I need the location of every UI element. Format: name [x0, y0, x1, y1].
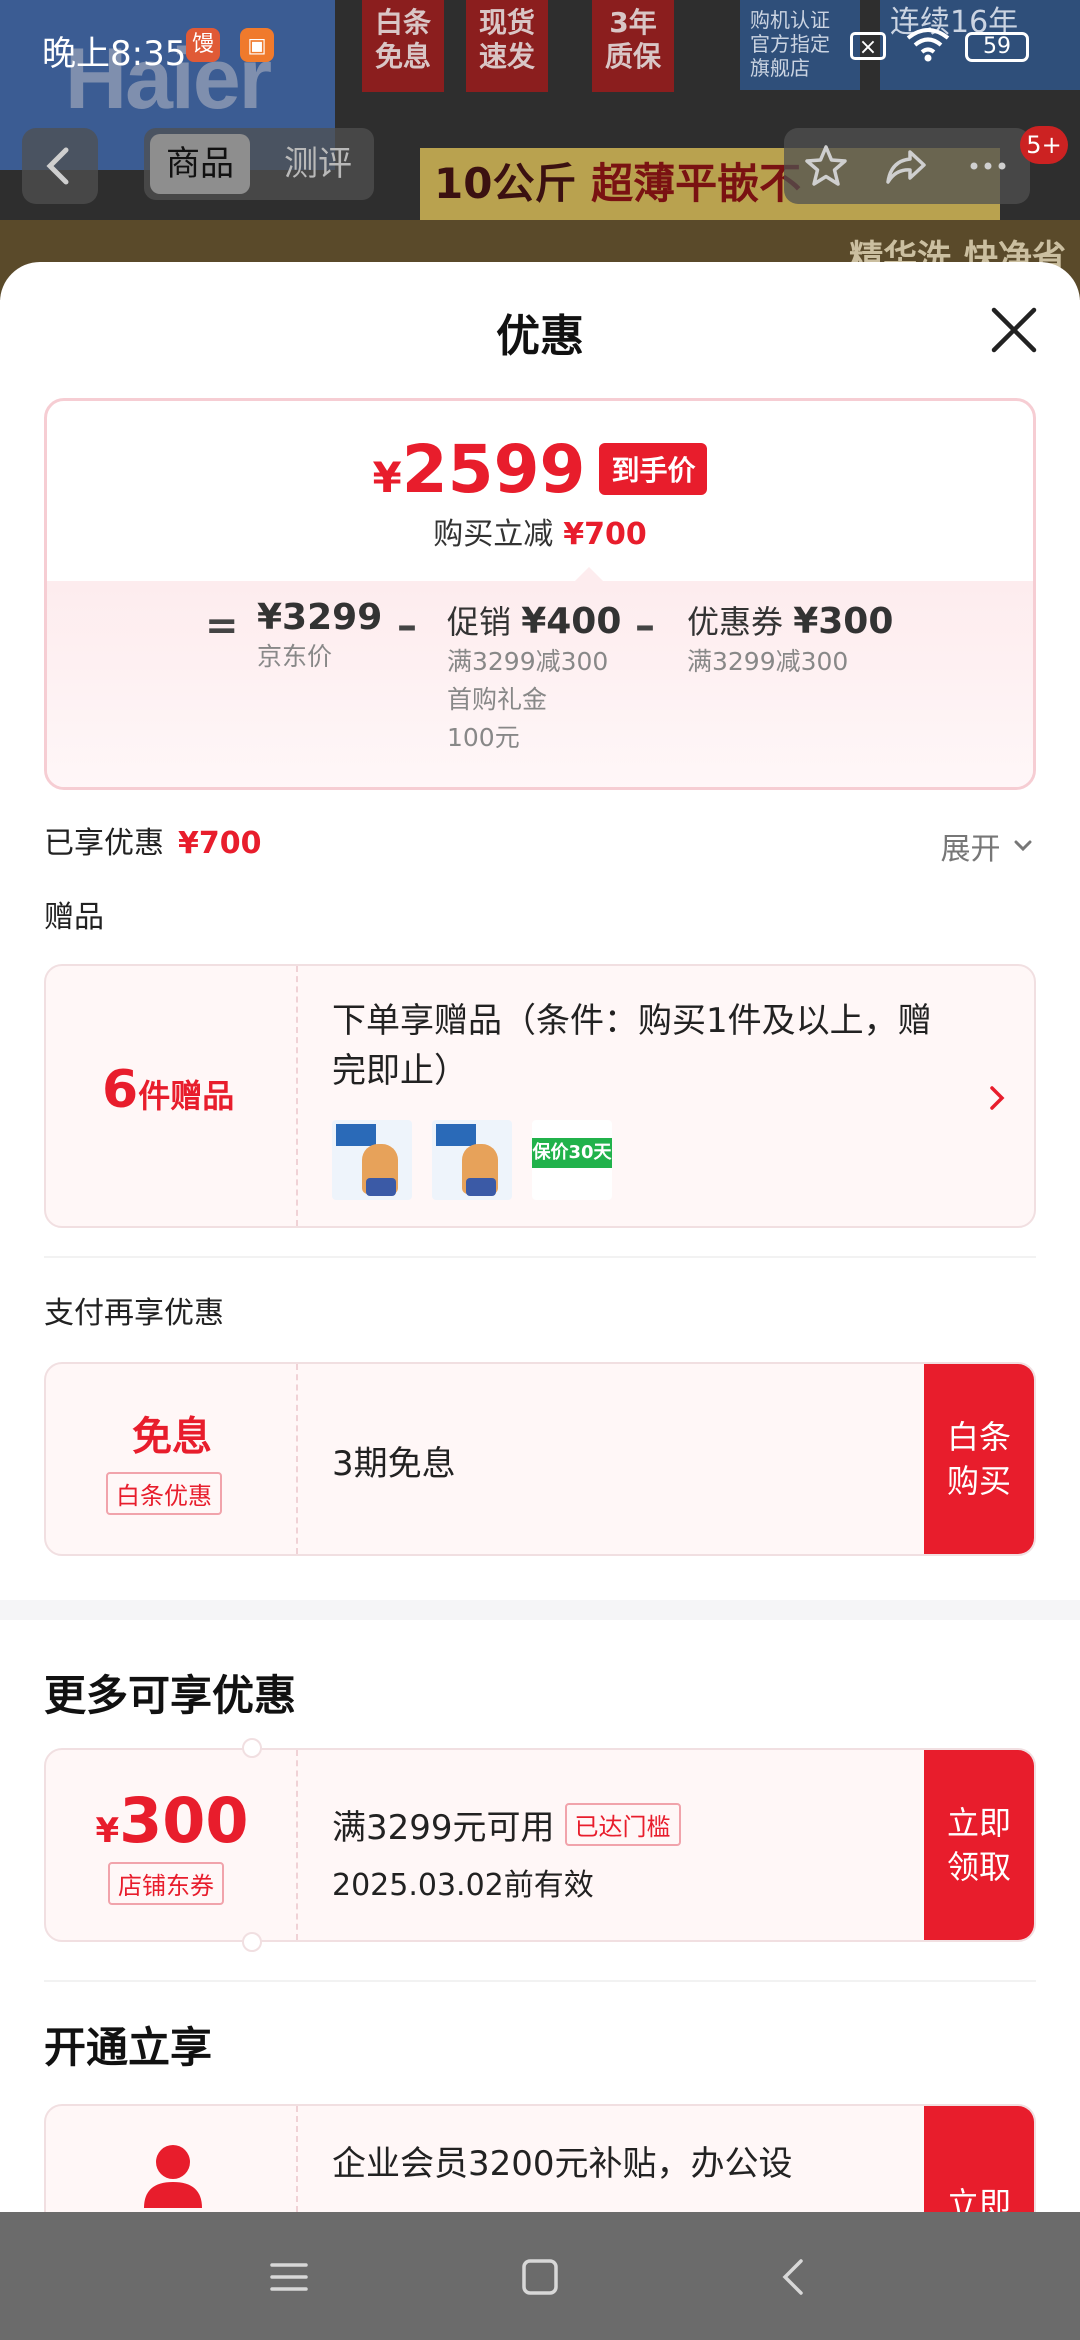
- saved-label: 已享优惠: [44, 826, 164, 861]
- gift-section-label: 赠品: [44, 900, 104, 935]
- interest-free-title: 免息: [132, 1414, 212, 1460]
- product-actions: [784, 128, 1030, 204]
- gift-count: 6件赠品: [102, 1060, 234, 1120]
- more-icon[interactable]: [964, 142, 1012, 190]
- gift-count-number: 6: [102, 1060, 139, 1120]
- gift-count-unit: 件赠品: [138, 1077, 235, 1115]
- promo-sub3: 100元: [447, 723, 520, 752]
- coupon-notch-top: [242, 1738, 262, 1758]
- jd-price-item: ¥3299 京东价: [257, 597, 382, 676]
- final-price-badge: 到手价: [599, 443, 708, 495]
- wifi-icon: [905, 26, 951, 66]
- coupon-label: 优惠券: [687, 603, 784, 641]
- saved-row: 已享优惠 ¥700: [44, 818, 262, 862]
- price-breakdown-card: ¥2599 到手价 购买立减 ¥700 = ¥3299 京东价 – 促销 ¥400 …: [44, 398, 1036, 790]
- more-offers-title: 更多可享优惠: [44, 1671, 297, 1720]
- system-nav-bar: [0, 2212, 1080, 2340]
- coupon-condition-row: 满3299元可用 已达门槛: [332, 1800, 681, 1849]
- baitiao-buy-button[interactable]: 白条购买: [924, 1364, 1034, 1554]
- promo-item: 促销 ¥400 满3299减300 首购礼金 100元: [447, 597, 621, 757]
- product-tabs: 商品 测评: [144, 128, 374, 200]
- membership-desc: 企业会员3200元补贴，办公设: [332, 2144, 793, 2184]
- sim-off-icon: ×: [850, 32, 886, 60]
- gift-description: 下单享赠品（条件：购买1件及以上，赠完即止）: [332, 1001, 932, 1091]
- tab-review[interactable]: 测评: [268, 134, 368, 194]
- coupon-card: ¥300 店铺东券 满3299元可用 已达门槛 2025.03.02前有效 立即领…: [44, 1748, 1036, 1942]
- battery-indicator: 59: [965, 32, 1029, 62]
- pay-section-label: 支付再享优惠: [44, 1296, 224, 1331]
- jd-price-label: 京东价: [257, 642, 333, 671]
- pay-offer-card: 免息 白条优惠 3期免息 白条购买: [44, 1362, 1036, 1556]
- coupon-notch-bottom: [242, 1932, 262, 1952]
- jd-price: ¥3299: [257, 597, 383, 638]
- message-badge: 5+: [1020, 126, 1068, 164]
- notification-app-icon: 馒: [186, 28, 220, 62]
- coupon-amount: ¥300: [793, 601, 894, 642]
- tab-goods[interactable]: 商品: [150, 134, 250, 194]
- user-icon: [144, 2145, 202, 2208]
- pointer-triangle: [575, 567, 603, 581]
- installment-desc: 3期免息: [332, 1444, 456, 1484]
- threshold-met-badge: 已达门槛: [564, 1803, 681, 1846]
- home-icon[interactable]: [515, 2252, 565, 2302]
- reduce-label: 购买立减: [433, 517, 554, 552]
- reduce-amount: ¥700: [563, 517, 647, 552]
- share-icon[interactable]: [882, 142, 930, 190]
- final-price-row: ¥2599 到手价: [47, 431, 1033, 508]
- coupon-value-number: 300: [119, 1784, 249, 1857]
- reduce-row: 购买立减 ¥700: [47, 509, 1033, 553]
- price-protect-label: 保价30天: [532, 1138, 612, 1168]
- coupon-currency: ¥: [95, 1811, 120, 1851]
- expand-button[interactable]: 展开: [940, 824, 1036, 868]
- saved-amount: ¥700: [178, 826, 262, 861]
- back-button[interactable]: [22, 128, 98, 204]
- chevron-left-icon: [46, 147, 69, 185]
- coupon-expiry: 2025.03.02前有效: [332, 1868, 594, 1903]
- gift-thumbnail: [432, 1120, 512, 1200]
- equals-sign: =: [205, 603, 239, 649]
- final-price-section: ¥2599 到手价 购买立减 ¥700: [47, 401, 1033, 581]
- gift-thumbnail-price-protect: 保价30天: [532, 1120, 612, 1200]
- promo-sub1: 满3299减300: [447, 647, 609, 676]
- coupon-item: 优惠券 ¥300 满3299减300: [687, 597, 893, 681]
- status-time: 晚上8:35: [42, 34, 187, 74]
- star-icon[interactable]: [802, 142, 850, 190]
- shopping-bag-icon: ▣: [240, 28, 274, 62]
- promo-sub2: 首购礼金: [447, 685, 548, 714]
- store-coupon-chip: 店铺东券: [108, 1862, 224, 1905]
- menu-icon[interactable]: [264, 2252, 314, 2302]
- coupon-sub: 满3299减300: [687, 647, 849, 676]
- baitiao-chip: 白条优惠: [106, 1472, 222, 1515]
- activate-membership-button[interactable]: 立即: [924, 2106, 1034, 2212]
- status-bar: 晚上8:35 馒 ▣ × 59: [0, 0, 1080, 90]
- offers-sheet: 优惠 ¥2599 到手价 购买立减 ¥700 = ¥3299 京东价 – 促销 ¥4…: [0, 262, 1080, 2212]
- final-price: 2599: [401, 431, 586, 508]
- minus-sign: –: [397, 603, 417, 649]
- section-separator: [0, 1600, 1080, 1620]
- promo-label: 促销: [447, 603, 512, 641]
- sheet-title: 优惠: [496, 311, 584, 362]
- close-icon[interactable]: [984, 300, 1044, 360]
- minus-sign-2: –: [635, 603, 655, 649]
- chevron-down-icon: [1014, 840, 1032, 852]
- promo-amount: ¥400: [521, 601, 622, 642]
- divider: [44, 1980, 1036, 1982]
- gift-thumbnail: [332, 1120, 412, 1200]
- expand-label: 展开: [940, 832, 1001, 867]
- gift-card[interactable]: 6件赠品 下单享赠品（条件：购买1件及以上，赠完即止） 保价30天: [44, 964, 1036, 1228]
- open-membership-title: 开通立享: [44, 2023, 213, 2072]
- price-formula: = ¥3299 京东价 – 促销 ¥400 满3299减300 首购礼金 100…: [47, 567, 1033, 787]
- back-icon[interactable]: [770, 2252, 820, 2302]
- currency-symbol: ¥: [372, 453, 402, 502]
- divider: [44, 1256, 1036, 1258]
- membership-card: 企业会员3200元补贴，办公设 立即: [44, 2104, 1036, 2212]
- claim-coupon-button[interactable]: 立即领取: [924, 1750, 1034, 1940]
- chevron-right-icon: [990, 1086, 1005, 1110]
- coupon-condition: 满3299元可用: [332, 1808, 555, 1848]
- coupon-value: ¥300: [46, 1784, 298, 1857]
